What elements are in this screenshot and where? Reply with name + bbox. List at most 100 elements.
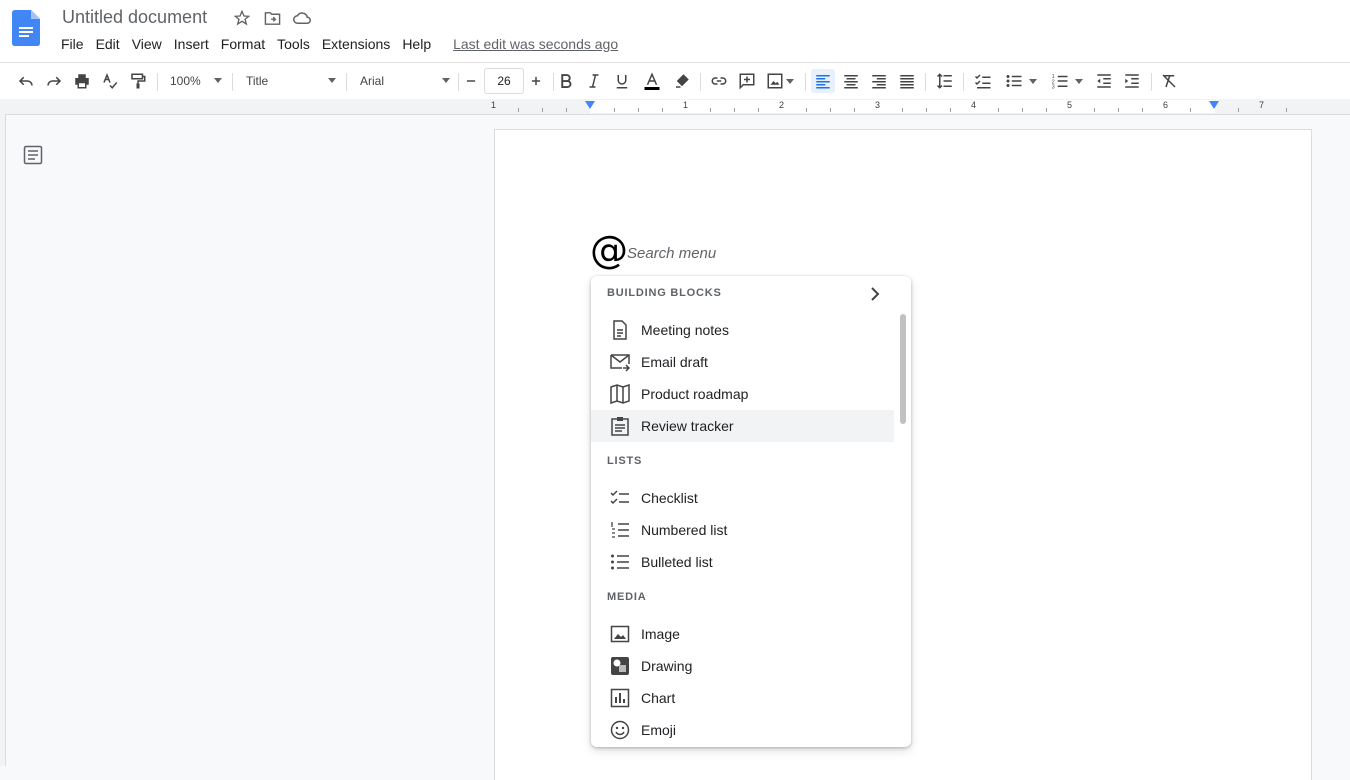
right-indent-marker[interactable] — [1209, 101, 1219, 109]
italic-icon[interactable] — [582, 69, 606, 93]
style-select[interactable]: Title — [246, 69, 336, 93]
text-color-icon[interactable] — [640, 69, 664, 93]
paint-format-icon[interactable] — [126, 69, 150, 93]
line-spacing-icon[interactable] — [933, 69, 957, 93]
at-mention-symbol: @ — [590, 228, 628, 272]
decrease-font-size-button[interactable] — [460, 69, 482, 93]
numbered-list-toolbar-icon[interactable]: 123 — [1047, 69, 1087, 93]
ruler-number: 1 — [683, 100, 689, 110]
decrease-indent-icon[interactable] — [1092, 69, 1116, 93]
print-icon[interactable] — [70, 69, 94, 93]
section-lists: LISTS — [607, 455, 643, 467]
ruler-number: 7 — [1259, 100, 1265, 110]
document-title[interactable]: Untitled document — [62, 7, 207, 28]
redo-icon[interactable] — [42, 69, 66, 93]
toolbar: 100% Title Arial 26 123 — [0, 62, 1350, 100]
docs-logo-icon[interactable] — [12, 10, 40, 46]
menu-item-label: Product roadmap — [641, 386, 749, 402]
zoom-value: 100% — [170, 74, 201, 88]
horizontal-ruler[interactable]: 1 1 2 3 4 5 6 7 — [0, 99, 1350, 115]
zoom-select[interactable]: 100% — [170, 69, 222, 93]
menu-item-meeting-notes[interactable]: Meeting notes — [591, 314, 894, 346]
email-icon — [609, 351, 631, 373]
menu-item-bulleted-list[interactable]: Bulleted list — [591, 546, 894, 578]
search-menu-placeholder[interactable]: Search menu — [627, 245, 716, 262]
menu-item-label: Meeting notes — [641, 322, 729, 338]
menu-format[interactable]: Format — [221, 36, 265, 52]
menu-item-label: Chart — [641, 690, 676, 706]
menu-file[interactable]: File — [61, 36, 84, 52]
spellcheck-icon[interactable] — [98, 69, 122, 93]
align-left-icon[interactable] — [811, 69, 835, 93]
menu-insert[interactable]: Insert — [174, 36, 209, 52]
style-value: Title — [246, 74, 269, 88]
last-edit-link[interactable]: Last edit was seconds ago — [453, 36, 618, 52]
menu-help[interactable]: Help — [402, 36, 431, 52]
ruler-number: 1 — [491, 100, 497, 110]
clear-formatting-icon[interactable] — [1157, 69, 1181, 93]
menu-bar: File Edit View Insert Format Tools Exten… — [61, 36, 618, 52]
chart-icon — [609, 687, 631, 709]
menu-item-label: Email draft — [641, 354, 708, 370]
menu-item-emoji[interactable]: Emoji — [591, 714, 894, 746]
dropdown-scrollbar[interactable] — [900, 314, 906, 424]
menu-item-email-draft[interactable]: Email draft — [591, 346, 894, 378]
menu-item-label: Numbered list — [641, 522, 728, 538]
numbered-list-icon — [609, 519, 631, 541]
bulleted-list-icon — [609, 551, 631, 573]
svg-text:3: 3 — [1052, 85, 1055, 91]
star-icon[interactable] — [232, 9, 252, 27]
menu-item-label: Emoji — [641, 722, 677, 738]
increase-font-size-button[interactable] — [525, 69, 547, 93]
menu-item-checklist[interactable]: Checklist — [591, 482, 894, 514]
vertical-ruler[interactable] — [0, 114, 6, 766]
checklist-icon — [609, 487, 631, 509]
title-bar: Untitled document File Edit View Insert … — [0, 0, 1350, 62]
align-right-icon[interactable] — [867, 69, 891, 93]
ruler-number: 3 — [875, 100, 881, 110]
add-comment-icon[interactable] — [735, 69, 759, 93]
menu-item-image[interactable]: Image — [591, 618, 894, 650]
menu-view[interactable]: View — [132, 36, 162, 52]
highlight-color-icon[interactable] — [670, 69, 694, 93]
bold-icon[interactable] — [554, 69, 578, 93]
undo-icon[interactable] — [14, 69, 38, 93]
document-icon — [609, 319, 631, 341]
clipboard-icon — [609, 415, 631, 437]
font-select[interactable]: Arial — [360, 69, 450, 93]
font-value: Arial — [360, 74, 385, 88]
ruler-number: 5 — [1067, 100, 1073, 110]
underline-icon[interactable] — [610, 69, 634, 93]
menu-item-drawing[interactable]: Drawing — [591, 650, 894, 682]
increase-indent-icon[interactable] — [1120, 69, 1144, 93]
menu-item-label: Bulleted list — [641, 554, 713, 570]
move-folder-icon[interactable] — [262, 9, 282, 27]
justify-icon[interactable] — [895, 69, 919, 93]
insert-image-icon[interactable] — [763, 69, 797, 93]
align-center-icon[interactable] — [839, 69, 863, 93]
menu-item-label: Checklist — [641, 490, 698, 506]
insert-link-icon[interactable] — [707, 69, 731, 93]
menu-tools[interactable]: Tools — [277, 36, 310, 52]
checklist-toolbar-icon[interactable] — [971, 69, 995, 93]
menu-extensions[interactable]: Extensions — [322, 36, 390, 52]
ruler-number: 4 — [971, 100, 977, 110]
image-icon — [609, 623, 631, 645]
menu-item-label: Review tracker — [641, 418, 734, 434]
font-size-input[interactable]: 26 — [484, 68, 524, 94]
menu-item-numbered-list[interactable]: Numbered list — [591, 514, 894, 546]
emoji-icon — [609, 719, 631, 741]
menu-item-label: Drawing — [641, 658, 693, 674]
menu-item-chart[interactable]: Chart — [591, 682, 894, 714]
ruler-number: 2 — [779, 100, 785, 110]
document-outline-icon[interactable] — [23, 145, 43, 165]
section-media: MEDIA — [607, 591, 647, 603]
menu-item-product-roadmap[interactable]: Product roadmap — [591, 378, 894, 410]
menu-edit[interactable]: Edit — [96, 36, 120, 52]
chevron-right-icon[interactable] — [867, 286, 883, 302]
cloud-status-icon[interactable] — [292, 9, 312, 27]
left-indent-marker[interactable] — [585, 101, 595, 109]
menu-item-review-tracker[interactable]: Review tracker — [591, 410, 894, 442]
drawing-icon — [609, 655, 631, 677]
bulleted-list-toolbar-icon[interactable] — [1001, 69, 1041, 93]
